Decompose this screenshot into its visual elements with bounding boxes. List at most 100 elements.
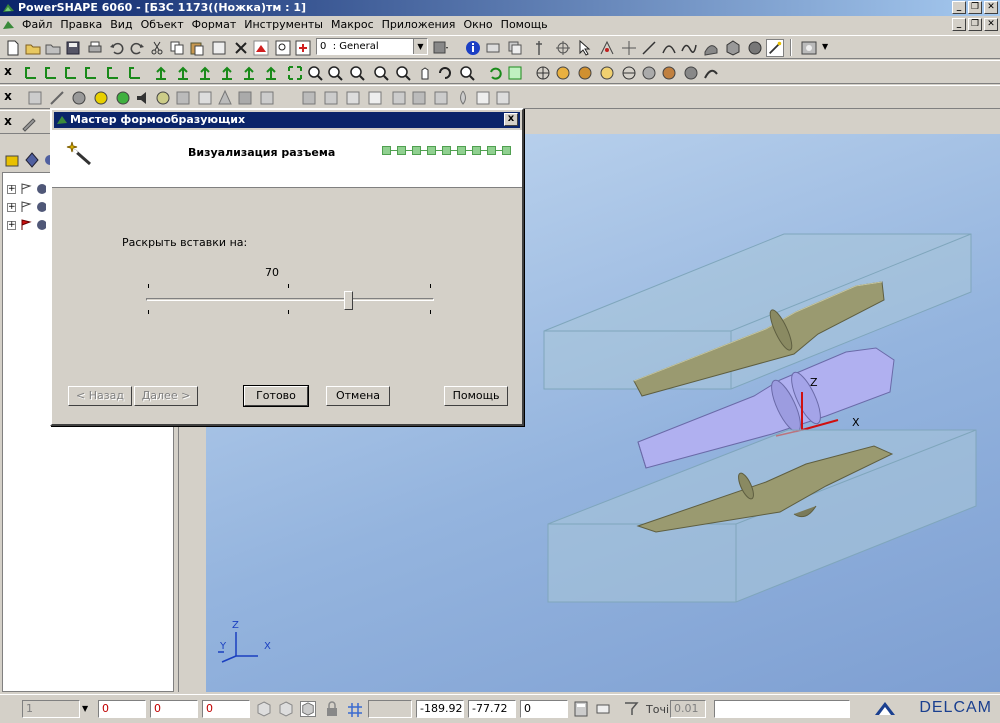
view-minus-x-icon[interactable] xyxy=(42,64,60,82)
point-icon[interactable] xyxy=(598,39,616,57)
transparency-icon[interactable] xyxy=(682,64,700,82)
close-button[interactable]: ✕ xyxy=(984,1,998,14)
frame-icon[interactable] xyxy=(196,89,214,107)
shading-icon[interactable] xyxy=(746,39,764,57)
pencil-icon[interactable] xyxy=(20,114,38,132)
finish-button[interactable]: Готово xyxy=(243,385,309,407)
copy-icon[interactable] xyxy=(168,39,186,57)
zoom-out-icon[interactable] xyxy=(326,64,344,82)
open-folder-icon[interactable] xyxy=(24,39,42,57)
wireframe-icon[interactable] xyxy=(534,64,552,82)
wand-icon[interactable] xyxy=(766,39,784,57)
view-minus-y-icon[interactable] xyxy=(82,64,100,82)
text-icon[interactable] xyxy=(366,89,384,107)
iso-view-5-icon[interactable] xyxy=(240,64,258,82)
mdi-close-button[interactable]: ✕ xyxy=(984,18,998,31)
print-icon[interactable] xyxy=(86,39,104,57)
info-icon[interactable] xyxy=(464,39,482,57)
new-file-icon[interactable] xyxy=(4,39,22,57)
menu-macro[interactable]: Макрос xyxy=(327,16,378,34)
save-icon[interactable] xyxy=(64,39,82,57)
menu-format[interactable]: Формат xyxy=(188,16,241,34)
mdi-restore-button[interactable]: ❐ xyxy=(968,18,982,31)
clipboard-icon[interactable] xyxy=(210,39,228,57)
sphere-green-icon[interactable] xyxy=(114,89,132,107)
calculator-icon[interactable] xyxy=(26,89,44,107)
sheet-icon[interactable] xyxy=(258,89,276,107)
hidden-line-icon[interactable] xyxy=(598,64,616,82)
dialog-close-button[interactable]: x xyxy=(504,113,518,126)
toolbar-close-icon[interactable]: x xyxy=(2,90,14,103)
cube-icon[interactable] xyxy=(278,701,294,717)
layer-set-icon[interactable] xyxy=(344,89,362,107)
redo-icon[interactable] xyxy=(128,39,146,57)
expand-icon[interactable]: + xyxy=(7,220,16,230)
chevron-down-icon[interactable]: ▼ xyxy=(822,42,828,51)
chevron-down-icon[interactable]: ▼ xyxy=(413,39,427,54)
add-icon[interactable] xyxy=(294,39,312,57)
lock-icon[interactable] xyxy=(324,701,340,717)
menu-applications[interactable]: Приложения xyxy=(378,16,460,34)
box-icon[interactable] xyxy=(174,89,192,107)
cube-icon[interactable] xyxy=(256,701,272,717)
restore-button[interactable]: ❐ xyxy=(968,1,982,14)
zoom-in-icon[interactable] xyxy=(306,64,324,82)
solid-tree-icon[interactable] xyxy=(24,152,40,168)
delete-icon[interactable] xyxy=(232,39,250,57)
drawing-icon[interactable] xyxy=(800,39,818,57)
shaded-edges-icon[interactable] xyxy=(576,64,594,82)
status-field-3[interactable]: 0 xyxy=(150,700,198,718)
zoom-window-icon[interactable] xyxy=(458,64,476,82)
cube-icon[interactable] xyxy=(300,701,316,717)
zoom-prev-icon[interactable] xyxy=(372,64,390,82)
redraw-icon[interactable] xyxy=(506,64,524,82)
iso-view-2-icon[interactable] xyxy=(174,64,192,82)
export-icon[interactable] xyxy=(494,89,512,107)
dimension-icon[interactable] xyxy=(390,89,408,107)
minimize-button[interactable]: _ xyxy=(952,1,966,14)
menu-object[interactable]: Объект xyxy=(137,16,188,34)
speaker-icon[interactable] xyxy=(134,89,152,107)
layer-icon[interactable] xyxy=(506,39,524,57)
surface-icon[interactable] xyxy=(702,39,720,57)
document-icon[interactable] xyxy=(2,18,15,31)
cancel-button[interactable]: Отмена xyxy=(326,386,390,406)
view-z-icon[interactable] xyxy=(104,64,122,82)
pin-icon[interactable] xyxy=(530,39,548,57)
expand-icon[interactable]: + xyxy=(7,202,16,212)
back-button[interactable]: < Назад xyxy=(68,386,132,406)
status-field-1[interactable]: 1 xyxy=(22,700,80,718)
arrow-flag-icon[interactable] xyxy=(474,89,492,107)
mdi-minimize-button[interactable]: _ xyxy=(952,18,966,31)
cut-icon[interactable] xyxy=(148,39,166,57)
color-picker-icon[interactable] xyxy=(432,39,450,57)
menu-window[interactable]: Окно xyxy=(459,16,496,34)
menu-view[interactable]: Вид xyxy=(106,16,136,34)
zoom-next-icon[interactable] xyxy=(394,64,412,82)
zoom-one-icon[interactable] xyxy=(348,64,366,82)
curve-icon[interactable] xyxy=(680,39,698,57)
view-x-icon[interactable] xyxy=(22,64,40,82)
status-field-2[interactable]: 0 xyxy=(98,700,146,718)
edit-view-icon[interactable] xyxy=(702,64,720,82)
shaded-icon[interactable] xyxy=(554,64,572,82)
iso-view-6-icon[interactable] xyxy=(262,64,280,82)
open-icon[interactable] xyxy=(44,39,62,57)
toolbar-close-icon[interactable]: x xyxy=(2,115,14,128)
tree-item[interactable]: + xyxy=(7,199,46,215)
plane-icon[interactable] xyxy=(236,89,254,107)
next-button[interactable]: Далее > xyxy=(134,386,198,406)
cone-icon[interactable] xyxy=(216,89,234,107)
tolerance-icon[interactable] xyxy=(622,699,642,719)
section-icon[interactable] xyxy=(620,64,638,82)
iso-view-4-icon[interactable] xyxy=(218,64,236,82)
sphere-yellow-icon[interactable] xyxy=(92,89,110,107)
menu-help[interactable]: Помощь xyxy=(497,16,552,34)
line-icon[interactable] xyxy=(640,39,658,57)
pan-icon[interactable] xyxy=(416,64,434,82)
slider-thumb[interactable] xyxy=(343,291,353,310)
tree-item[interactable]: + xyxy=(7,217,46,233)
menu-edit[interactable]: Правка xyxy=(56,16,106,34)
menu-tools[interactable]: Инструменты xyxy=(240,16,327,34)
view-y-icon[interactable] xyxy=(62,64,80,82)
